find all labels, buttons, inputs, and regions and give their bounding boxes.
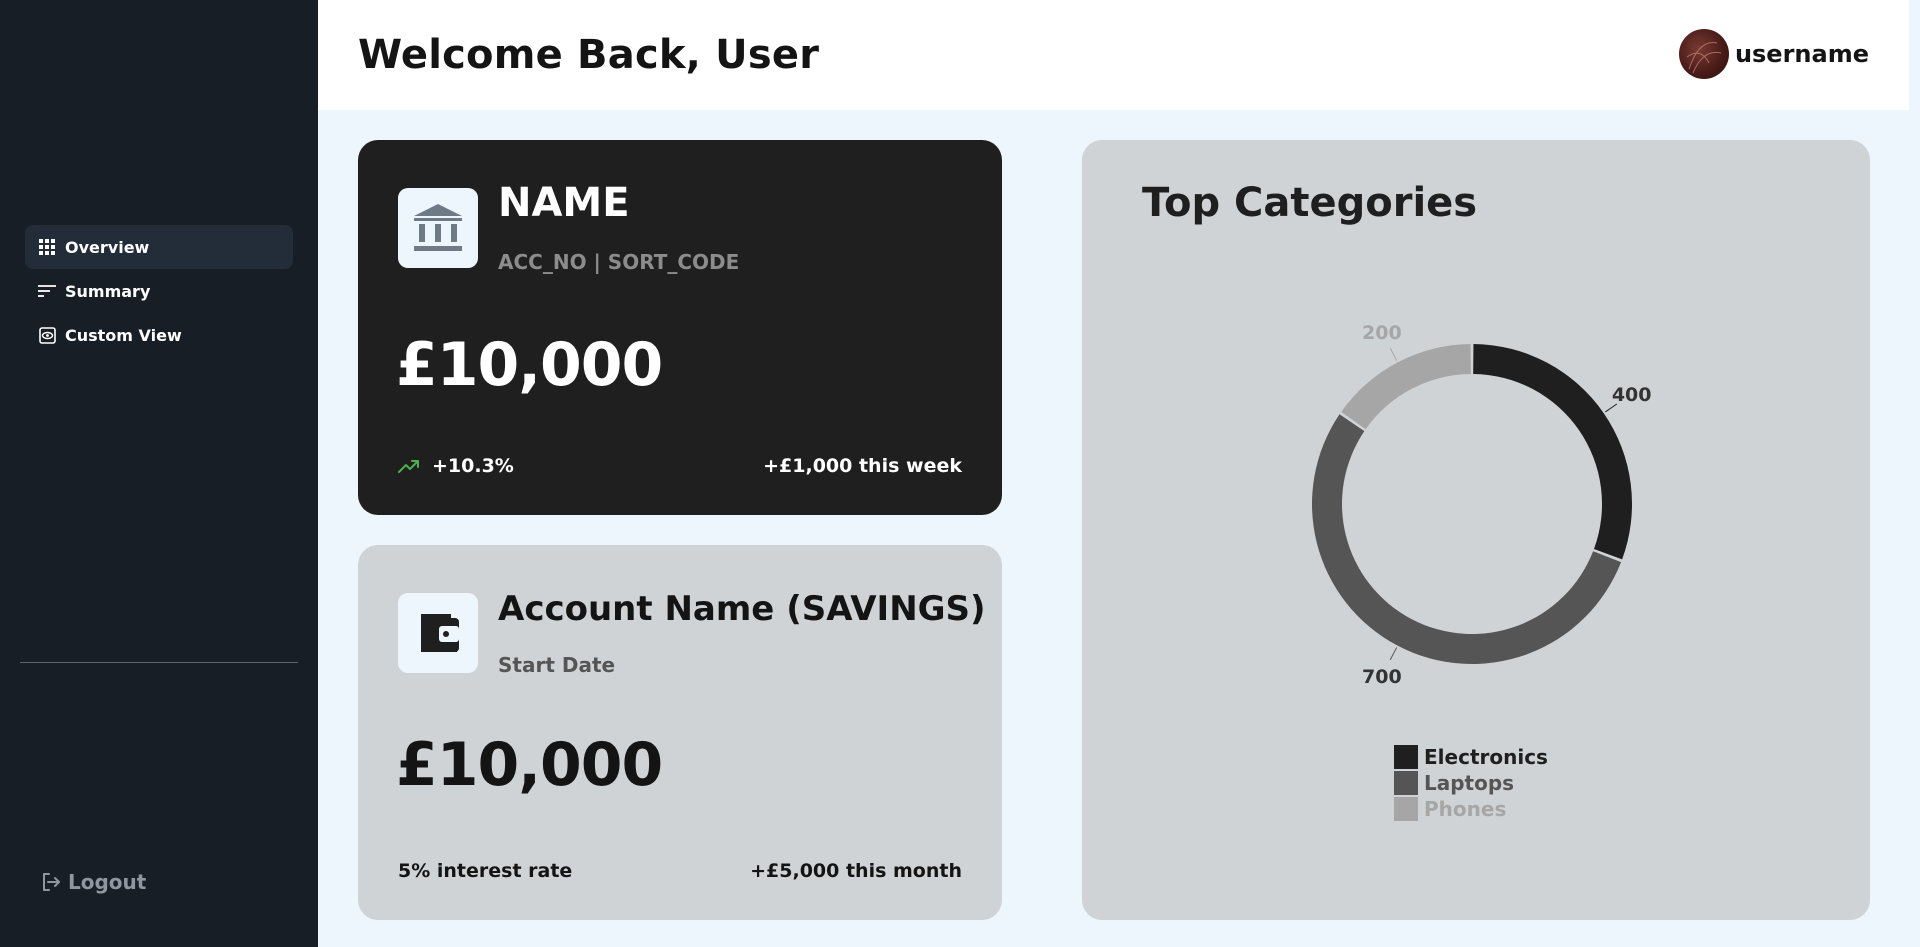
weekly-change: +£1,000 this week bbox=[763, 455, 962, 477]
grid-icon bbox=[38, 238, 56, 256]
donut-label-line bbox=[1389, 347, 1398, 361]
donut-value-label: 400 bbox=[1612, 384, 1652, 406]
user-menu[interactable]: username bbox=[1678, 29, 1869, 79]
legend-item[interactable]: Phones bbox=[1394, 796, 1548, 822]
header: Welcome Back, User username bbox=[318, 0, 1909, 110]
logout-label: Logout bbox=[68, 870, 147, 894]
username: username bbox=[1734, 40, 1869, 68]
legend-label: Electronics bbox=[1424, 745, 1548, 769]
sidebar-item-overview[interactable]: Overview bbox=[25, 225, 293, 269]
legend-item[interactable]: Laptops bbox=[1394, 770, 1548, 796]
donut-slice-phones[interactable] bbox=[1341, 344, 1471, 430]
account-details: ACC_NO | SORT_CODE bbox=[498, 250, 740, 274]
account-card-current[interactable]: NAME ACC_NO | SORT_CODE £10,000 +10.3% +… bbox=[358, 140, 1002, 515]
donut-slice-electronics[interactable] bbox=[1473, 344, 1632, 560]
eye-icon bbox=[38, 326, 56, 344]
sidebar-item-custom-view[interactable]: Custom View bbox=[25, 313, 293, 357]
legend-swatch bbox=[1394, 797, 1418, 821]
page-title: Welcome Back, User bbox=[358, 32, 820, 78]
sidebar: Overview Summary Custom View Logout bbox=[0, 0, 318, 947]
account-change: +10.3% bbox=[398, 455, 514, 477]
sidebar-divider bbox=[20, 662, 298, 663]
trending-up-icon bbox=[398, 458, 420, 474]
account-name: Account Name (SAVINGS) bbox=[498, 589, 986, 629]
legend-item[interactable]: Electronics bbox=[1394, 744, 1548, 770]
account-balance: £10,000 bbox=[396, 730, 663, 800]
donut-value-label: 700 bbox=[1362, 666, 1402, 688]
logout-icon bbox=[40, 871, 62, 893]
donut-slice-laptops[interactable] bbox=[1312, 414, 1622, 664]
legend-swatch bbox=[1394, 771, 1418, 795]
wallet-icon bbox=[398, 593, 478, 673]
top-categories-card: Top Categories 400 700 200 Electronics Lapt… bbox=[1082, 140, 1870, 920]
account-balance: £10,000 bbox=[396, 330, 663, 400]
list-icon bbox=[38, 282, 56, 300]
sidebar-item-label: Summary bbox=[65, 281, 151, 301]
monthly-change: +£5,000 this month bbox=[750, 860, 962, 882]
legend-swatch bbox=[1394, 745, 1418, 769]
legend-label: Laptops bbox=[1424, 771, 1515, 795]
account-start-date: Start Date bbox=[498, 653, 616, 677]
legend-label: Phones bbox=[1424, 797, 1507, 821]
bank-icon bbox=[398, 188, 478, 268]
sidebar-item-label: Custom View bbox=[65, 325, 182, 345]
sidebar-item-summary[interactable]: Summary bbox=[25, 269, 293, 313]
donut-label-line bbox=[1389, 647, 1398, 661]
donut-value-label: 200 bbox=[1362, 322, 1402, 344]
chart-legend: Electronics Laptops Phones bbox=[1394, 744, 1548, 822]
logout-button[interactable]: Logout bbox=[40, 870, 146, 894]
sidebar-nav: Overview Summary Custom View bbox=[25, 225, 293, 357]
change-percent: +10.3% bbox=[432, 455, 514, 477]
sidebar-item-label: Overview bbox=[65, 237, 150, 257]
interest-rate: 5% interest rate bbox=[398, 860, 573, 882]
account-name: NAME bbox=[498, 180, 630, 226]
avatar[interactable] bbox=[1678, 29, 1729, 79]
account-card-savings[interactable]: Account Name (SAVINGS) Start Date £10,00… bbox=[358, 545, 1002, 920]
